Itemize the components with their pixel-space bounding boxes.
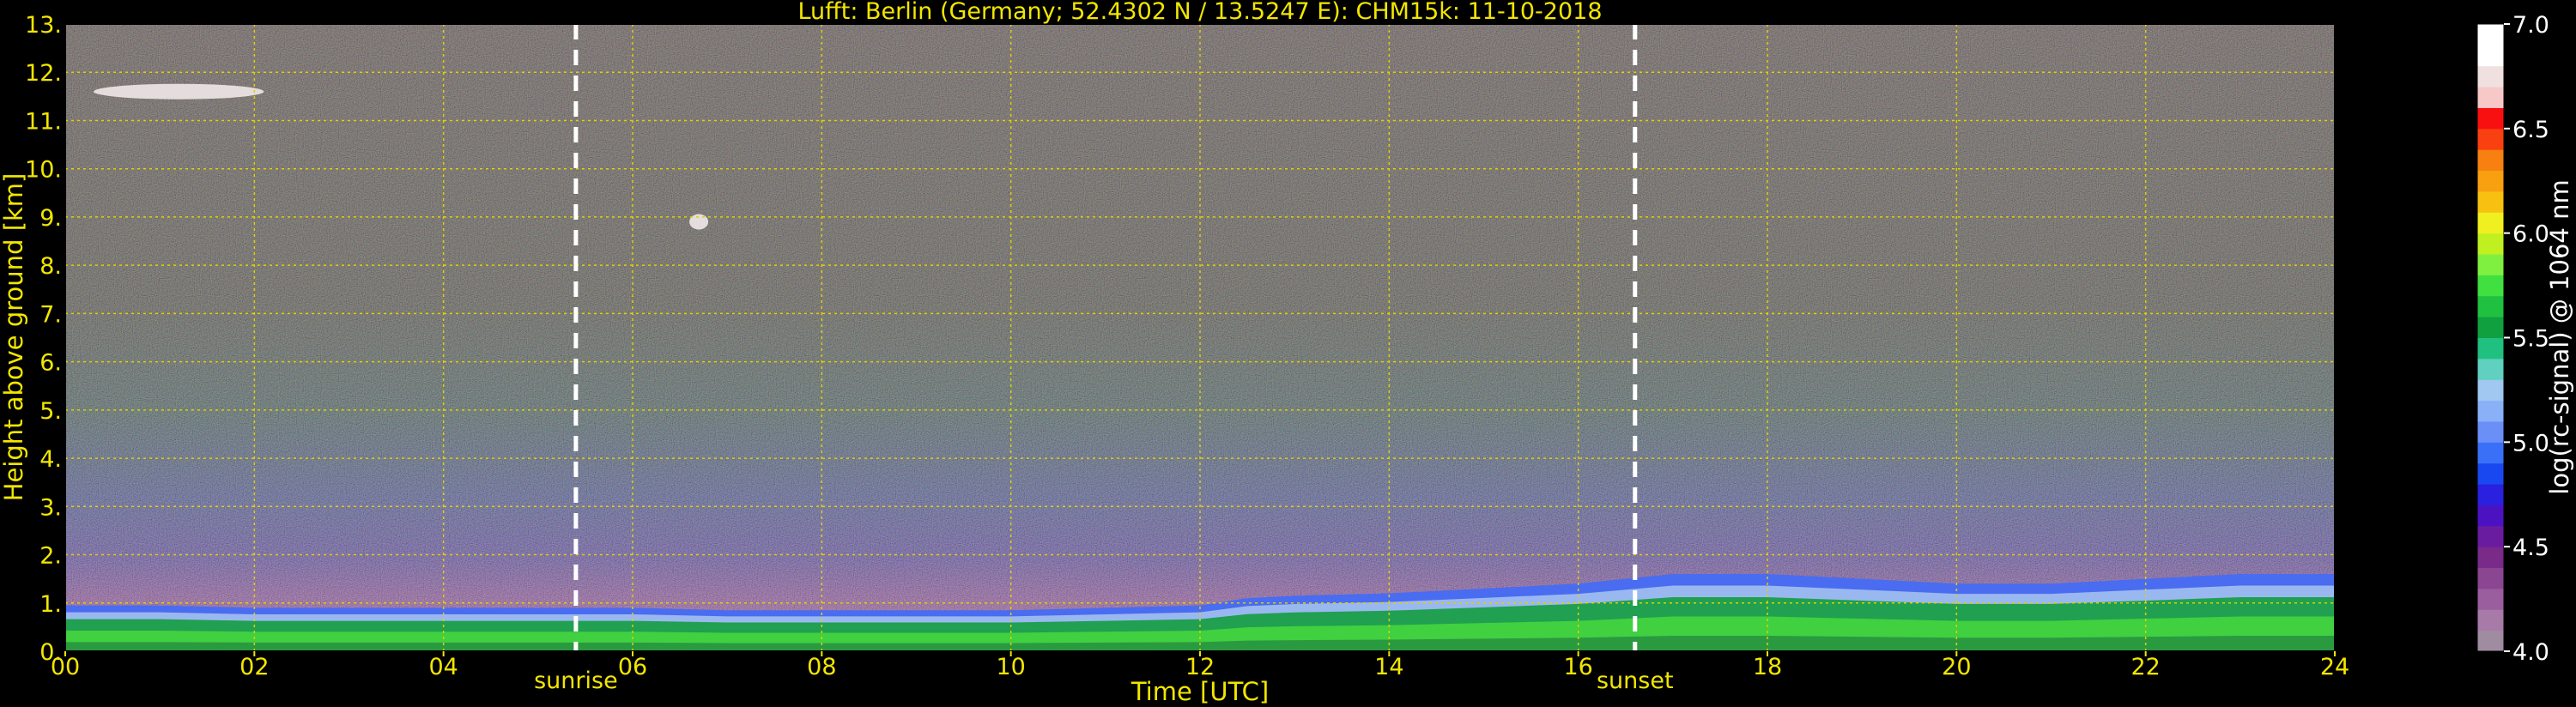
colorbar-band (2477, 190, 2504, 213)
colorbar: 4.0 4.5 5.0 5.5 6.0 6.5 7.0 log(rc-signal) @ 1… (2476, 12, 2574, 666)
x-tick-label: 18 (1753, 654, 1782, 680)
y-tick-label: 3. (39, 494, 62, 521)
colorbar-tick-label: 5.5 (2512, 326, 2549, 353)
sunset-label: sunset (1597, 668, 1674, 694)
colorbar-band (2477, 275, 2504, 297)
x-axis-label: Time [UTC] (1130, 677, 1269, 706)
colorbar-band (2477, 317, 2504, 338)
colorbar-tick-label: 4.0 (2512, 639, 2549, 666)
y-tick-label: 5. (39, 398, 62, 425)
colorbar-band (2477, 24, 2504, 45)
colorbar-band (2477, 609, 2504, 631)
colorbar-band (2477, 337, 2504, 360)
colorbar-band (2477, 420, 2504, 443)
colorbar-band (2477, 295, 2504, 317)
y-tick-label: 4. (39, 446, 62, 473)
colorbar-band (2477, 233, 2504, 255)
colorbar-band (2477, 462, 2504, 485)
colorbar-band (2477, 45, 2504, 67)
x-tick-label: 20 (1942, 654, 1971, 680)
colorbar-band (2477, 400, 2504, 422)
x-tick-label: 02 (239, 654, 269, 680)
x-tick-label: 14 (1374, 654, 1403, 680)
y-tick-label: 2. (39, 543, 62, 570)
colorbar-band (2477, 630, 2504, 652)
x-tick-label: 10 (996, 654, 1025, 680)
colorbar-band (2477, 567, 2504, 589)
ceilometer-chart: Lufft: Berlin (Germany; 52.4302 N / 13.5… (0, 0, 2574, 706)
y-tick-label: 9. (39, 205, 62, 232)
y-tick-label: 7. (39, 301, 62, 328)
colorbar-tick-label: 6.0 (2512, 221, 2549, 248)
x-tick-label: 08 (807, 654, 836, 680)
y-axis-label: Height above ground [km] (0, 173, 28, 502)
y-tick-label: 0. (39, 639, 62, 666)
cloud-1 (94, 83, 264, 100)
y-tick-label: 12. (25, 60, 62, 87)
x-tick-label: 24 (2320, 654, 2349, 680)
colorbar-band (2477, 107, 2504, 130)
colorbar-band (2477, 212, 2504, 234)
colorbar-tick-label: 6.5 (2512, 117, 2549, 143)
sunrise-label: sunrise (534, 668, 618, 694)
x-tick-label: 06 (618, 654, 647, 680)
colorbar-band (2477, 170, 2504, 192)
colorbar-band (2477, 484, 2504, 505)
y-tick-label: 11. (25, 108, 62, 135)
colorbar-band (2477, 505, 2504, 527)
colorbar-band (2477, 128, 2504, 150)
colorbar-tick-label: 5.0 (2512, 430, 2549, 456)
colorbar-band (2477, 254, 2504, 275)
colorbar-band (2477, 442, 2504, 464)
y-tick-label: 1. (39, 591, 62, 618)
y-tick-label: 6. (39, 350, 62, 377)
x-tick-label: 16 (1563, 654, 1592, 680)
colorbar-tick-label: 7.0 (2512, 12, 2549, 39)
colorbar-label: log(rc-signal) @ 1064 nm (2545, 179, 2574, 494)
y-tick-label: 8. (39, 253, 62, 280)
colorbar-band (2477, 379, 2504, 402)
colorbar-band (2477, 149, 2504, 172)
colorbar-tick-label: 4.5 (2512, 535, 2549, 561)
colorbar-band (2477, 65, 2504, 88)
x-tick-label: 04 (428, 654, 458, 680)
colorbar-band (2477, 547, 2504, 569)
chart-title: Lufft: Berlin (Germany; 52.4302 N / 13.5… (797, 0, 1602, 25)
colorbar-band (2477, 588, 2504, 610)
colorbar-band (2477, 358, 2504, 380)
colorbar-band (2477, 87, 2504, 108)
x-tick-label: 22 (2131, 654, 2160, 680)
y-tick-label: 13. (25, 12, 62, 39)
y-tick-label: 10. (25, 157, 62, 184)
colorbar-band (2477, 525, 2504, 547)
